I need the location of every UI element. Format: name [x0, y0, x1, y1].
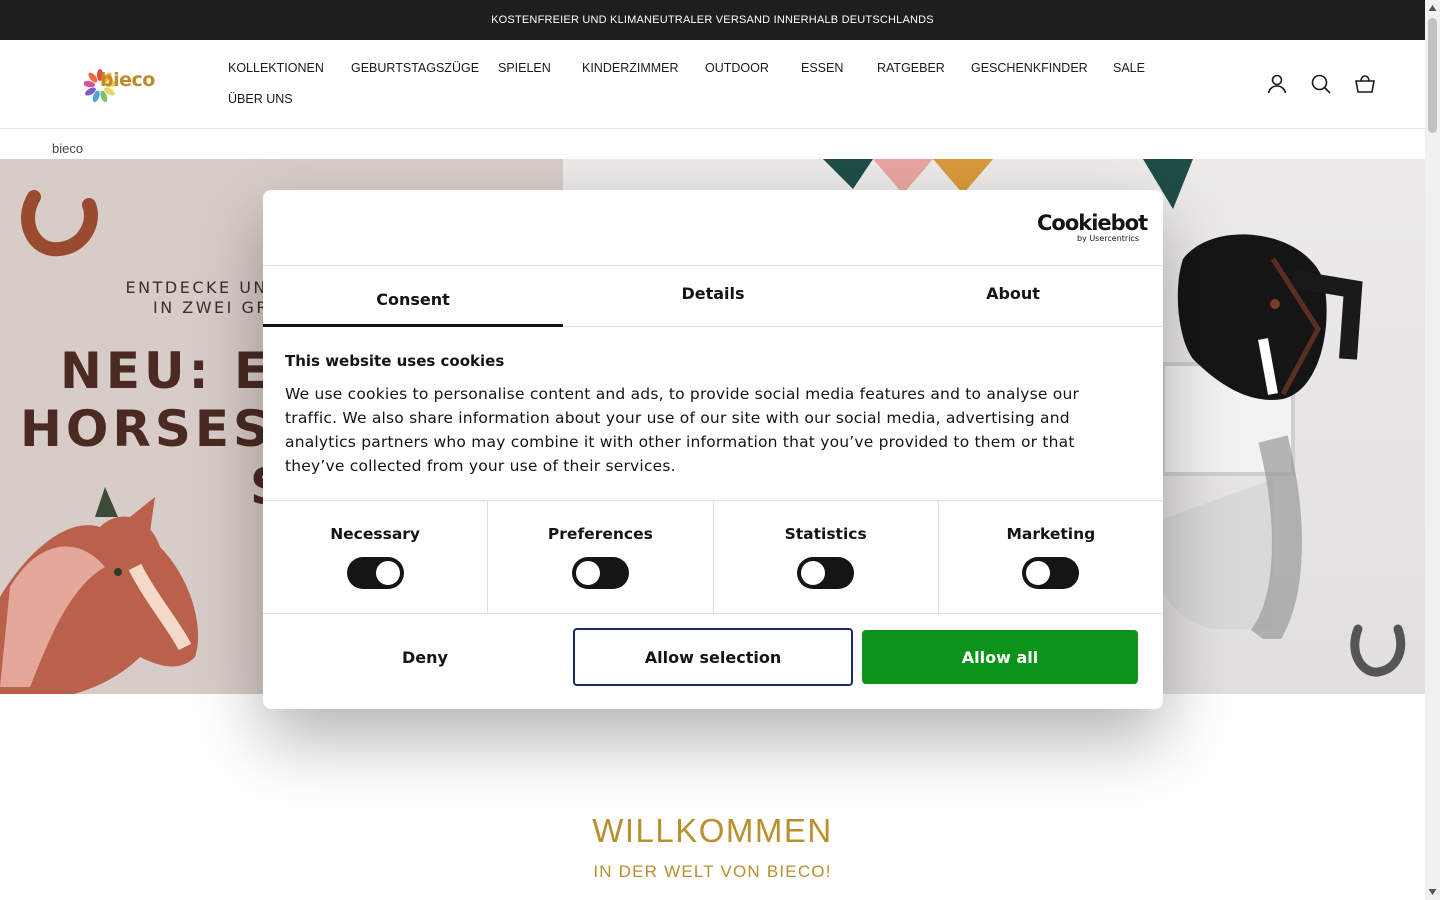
nav-item-sale[interactable]: SALE [1113, 61, 1145, 75]
toggle-label-preferences: Preferences [547, 525, 653, 543]
toggle-knob [575, 561, 600, 585]
hero-kicker: ENTDECKE UNS IN ZWEI GRÖ [121, 278, 285, 318]
cookie-category-toggles: Necessary Preferences Statistics Marketi… [263, 500, 1163, 614]
welcome-section: WILLKOMMEN IN DER WELT VON BIECO! [0, 812, 1425, 882]
preferences-toggle[interactable] [571, 557, 629, 589]
hobby-horse-image [1155, 234, 1363, 639]
header-actions [1265, 72, 1377, 96]
toggle-knob [375, 561, 400, 585]
tab-details[interactable]: Details [563, 266, 863, 326]
scrollbar-thumb[interactable] [1428, 18, 1437, 133]
toggle-knob [1026, 561, 1051, 585]
page-scrollbar[interactable] [1425, 0, 1440, 900]
cookie-description: We use cookies to personalise content an… [285, 385, 1080, 475]
cookie-consent-dialog: Cookiebot by Usercentrics Consent Detail… [263, 190, 1163, 709]
marketing-toggle[interactable] [1022, 557, 1080, 589]
cookiebot-brand-sub: by Usercentrics [1076, 234, 1139, 243]
breadcrumb[interactable]: bieco [52, 141, 83, 156]
nav-item-geburtstagszuege[interactable]: GEBURTSTAGSZÜGE [351, 61, 479, 75]
welcome-subtitle: IN DER WELT VON BIECO! [593, 862, 832, 881]
toggle-label-necessary: Necessary [330, 525, 421, 543]
horseshoe-icon-right [1350, 624, 1406, 677]
cookiebot-logo: Cookiebot by Usercentrics [1037, 211, 1148, 244]
cookiebot-brand: Cookiebot [1037, 211, 1148, 235]
cart-icon[interactable] [1353, 72, 1377, 96]
nav-item-kollektionen[interactable]: KOLLEKTIONEN [228, 61, 324, 75]
hero-kicker-line1: ENTDECKE UNS [125, 278, 281, 297]
cookie-tabs: Consent Details About [263, 265, 1163, 327]
logo[interactable]: bieco [84, 66, 156, 104]
necessary-toggle[interactable] [346, 557, 404, 589]
site-header: bieco KOLLEKTIONEN GEBURTSTAGSZÜGE SPIEL… [0, 40, 1425, 129]
nav-item-geschenkfinder[interactable]: GESCHENKFINDER [971, 61, 1088, 75]
toggle-label-marketing: Marketing [1006, 525, 1096, 543]
tab-consent[interactable]: Consent [263, 266, 563, 327]
cookie-body: This website uses cookies We use cookies… [285, 352, 1105, 478]
toggle-group-necessary: Necessary [263, 501, 489, 613]
nav-item-essen[interactable]: ESSEN [801, 61, 843, 75]
toggle-knob [801, 561, 826, 585]
nav-item-ueber-uns[interactable]: ÜBER UNS [228, 92, 293, 106]
nav-item-spielen[interactable]: SPIELEN [498, 61, 551, 75]
toggle-group-statistics: Statistics [714, 501, 939, 613]
toggle-group-marketing: Marketing [939, 501, 1163, 613]
scroll-down-arrow-icon[interactable] [1428, 888, 1437, 896]
tab-about[interactable]: About [863, 266, 1163, 326]
statistics-toggle[interactable] [797, 557, 855, 589]
announcement-text: KOSTENFREIER UND KLIMANEUTRALER VERSAND … [491, 14, 934, 26]
cookie-buttons: Deny Allow selection Allow all [263, 628, 1163, 688]
search-icon[interactable] [1309, 72, 1333, 96]
scroll-up-arrow-icon[interactable] [1428, 4, 1437, 12]
logo-text: bieco [100, 69, 155, 91]
toggle-group-preferences: Preferences [488, 501, 714, 613]
account-icon[interactable] [1265, 72, 1289, 96]
allow-selection-button[interactable]: Allow selection [573, 628, 853, 686]
cookie-title: This website uses cookies [285, 352, 505, 370]
nav-item-ratgeber[interactable]: RATGEBER [877, 61, 945, 75]
deny-button[interactable]: Deny [287, 630, 563, 684]
nav-item-outdoor[interactable]: OUTDOOR [705, 61, 769, 75]
horseshoe-icon [21, 190, 98, 257]
welcome-title: WILLKOMMEN [592, 812, 833, 849]
toggle-label-statistics: Statistics [784, 525, 867, 543]
nav-item-kinderzimmer[interactable]: KINDERZIMMER [582, 61, 679, 75]
announcement-bar: KOSTENFREIER UND KLIMANEUTRALER VERSAND … [0, 0, 1425, 40]
allow-all-button[interactable]: Allow all [862, 630, 1138, 684]
horse-illustration [0, 487, 198, 694]
hero-kicker-line2: IN ZWEI GRÖ [153, 298, 286, 317]
